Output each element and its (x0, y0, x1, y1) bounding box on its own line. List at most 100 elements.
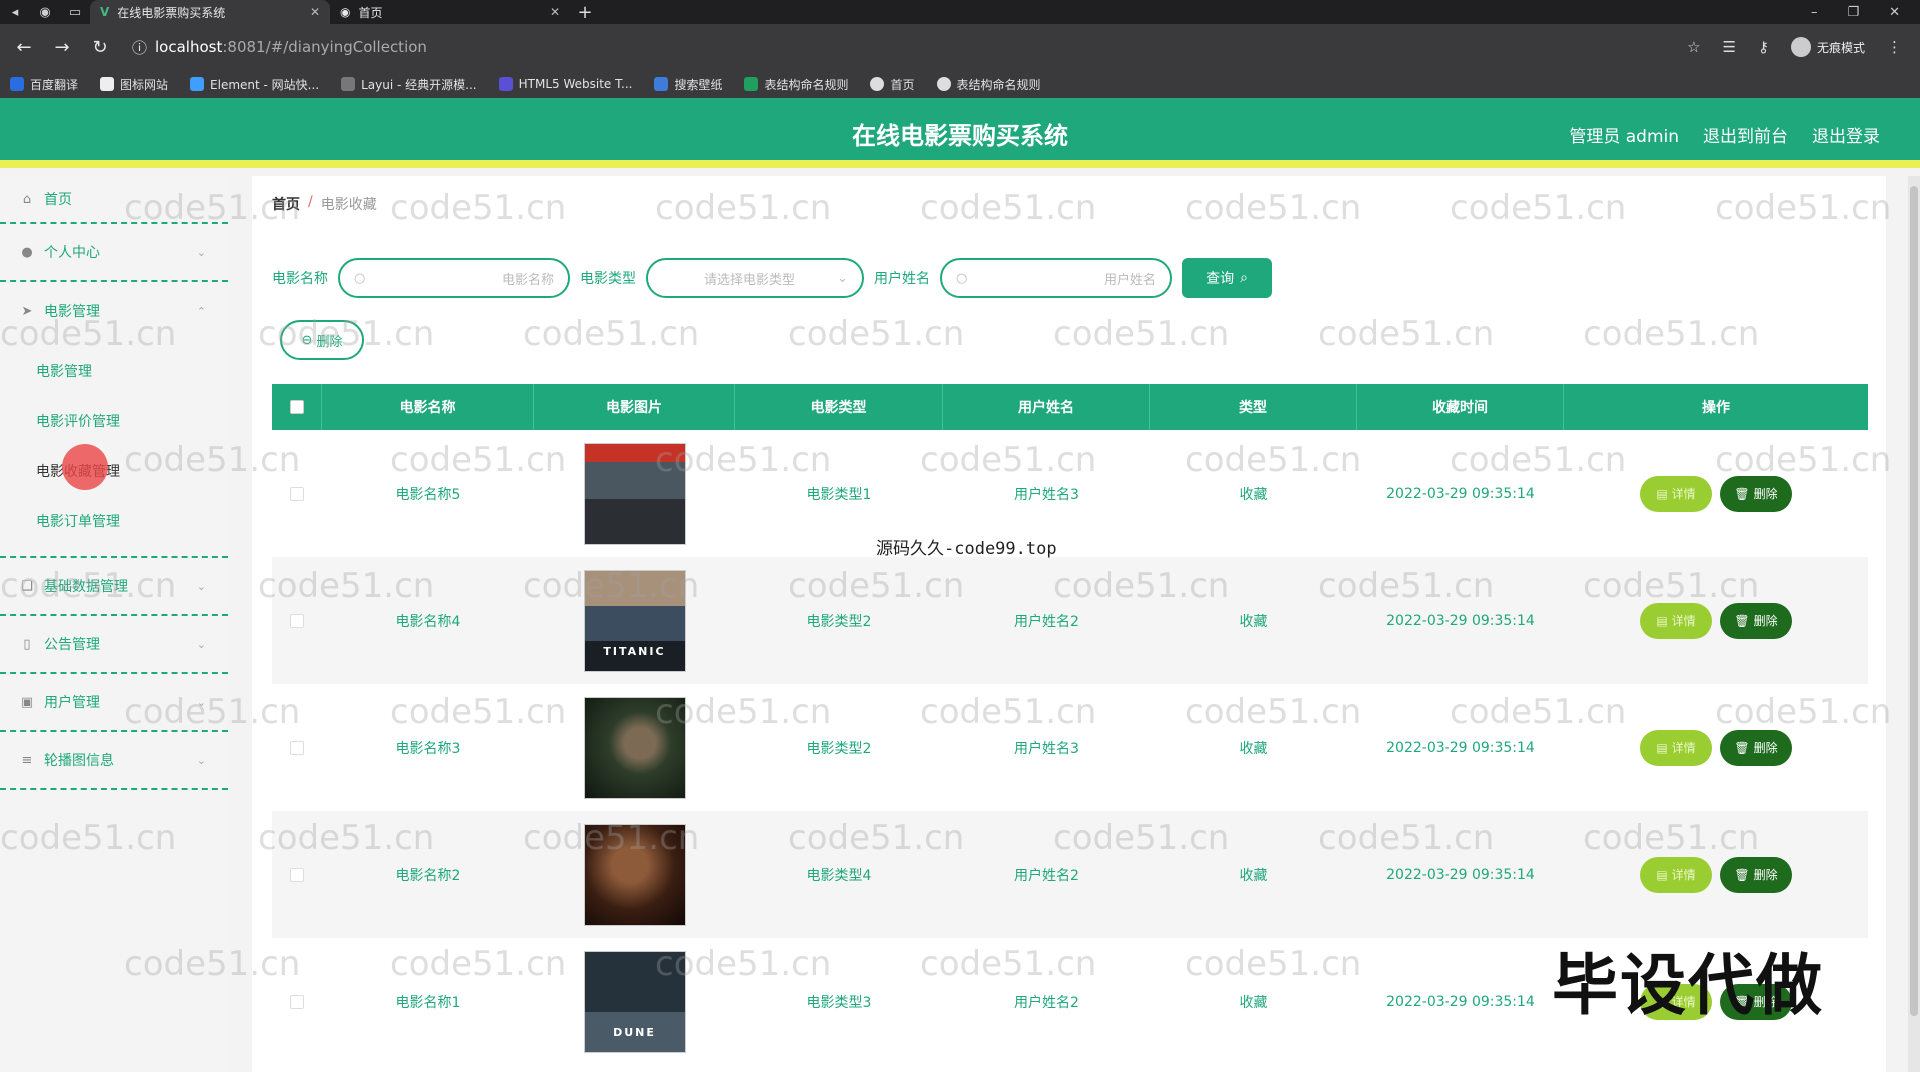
detail-button[interactable]: ▤ 详情 (1640, 856, 1712, 893)
close-icon[interactable]: ✕ (550, 5, 560, 19)
sidebar-item-base-data[interactable]: ❏ 基础数据管理 ⌄ (0, 558, 228, 616)
bookmark[interactable]: 图标网站 (100, 76, 168, 93)
sidebar-item-movie[interactable]: ➤ 电影管理 ⌃ (0, 282, 228, 340)
tab-app[interactable]: V 在线电影票购买系统 ✕ (90, 0, 330, 24)
trash-icon: 🗑 (1734, 613, 1750, 628)
detail-button[interactable]: ▤ 详情 (1640, 602, 1712, 639)
select-all-cell (272, 384, 322, 430)
search-button[interactable]: 查询 ⌕ (1182, 258, 1272, 298)
cell-kind: 收藏 (1239, 486, 1268, 503)
forward-arrow-icon[interactable]: → (46, 31, 78, 63)
row-checkbox[interactable] (290, 867, 304, 882)
movie-type-select[interactable]: 请选择电影类型 ⌄ (646, 258, 864, 298)
logout-link[interactable]: 退出登录 (1812, 122, 1880, 147)
back-to-front-link[interactable]: 退出到前台 (1703, 122, 1788, 147)
detail-button[interactable]: ▤ 详情 (1640, 729, 1712, 766)
layui-icon (341, 77, 356, 91)
bookmark[interactable]: Layui - 经典开源模... (341, 76, 477, 93)
sidebar-item-movie-list[interactable]: 电影管理 (0, 346, 228, 396)
row-checkbox[interactable] (290, 740, 304, 755)
stack-icon: ≡ (21, 752, 33, 768)
profile-button[interactable]: 无痕模式 (1790, 37, 1865, 57)
bookmark[interactable]: 表结构命名规则 (936, 76, 1041, 93)
delete-button[interactable]: 🗑 删除 (1720, 475, 1792, 512)
sidebar-item-home[interactable]: ⌂ 首页 (0, 176, 228, 224)
sidebar-item-personal[interactable]: ● 个人中心 ⌄ (0, 224, 228, 282)
tab-title: 在线电影票购买系统 (117, 5, 226, 20)
scroll-thumb[interactable] (1910, 186, 1918, 1016)
new-tab-icon[interactable]: + (570, 2, 600, 23)
cell-movie-name: 电影名称2 (395, 867, 461, 884)
bookmark[interactable]: 百度翻译 (10, 76, 78, 93)
cell-movie-name: 电影名称1 (395, 994, 461, 1011)
sidebar-item-movie-review[interactable]: 电影评价管理 (0, 396, 228, 446)
breadcrumb-home[interactable]: 首页 (272, 194, 300, 214)
cell-movie-name: 电影名称5 (395, 486, 461, 503)
col-movie-name: 电影名称 (322, 384, 534, 430)
more-icon[interactable]: ⋮ (1887, 38, 1902, 56)
reload-icon[interactable]: ↻ (84, 31, 116, 63)
cell-collect-time: 2022-03-29 09:35:14 (1386, 739, 1535, 756)
close-icon[interactable]: ✕ (310, 5, 320, 19)
star-icon[interactable]: ☆ (1687, 38, 1700, 56)
movie-name-input[interactable]: ○ 电影名称 (338, 258, 570, 298)
select-all-checkbox[interactable] (289, 400, 304, 414)
admin-label: 管理员 admin (1569, 127, 1679, 147)
doc-icon: ▤ (1656, 613, 1668, 628)
restore-icon[interactable]: ❐ (1847, 5, 1859, 20)
sidebar-item-notice[interactable]: ▯ 公告管理 ⌄ (0, 616, 228, 674)
globe-icon: ◉ (340, 5, 351, 19)
globe-icon[interactable]: ◉ (30, 0, 60, 24)
close-window-icon[interactable]: ✕ (1889, 5, 1900, 20)
delete-button[interactable]: 🗑 删除 (1720, 856, 1792, 893)
delete-button[interactable]: 🗑 删除 (1720, 602, 1792, 639)
bookmark[interactable]: 首页 (870, 76, 915, 93)
search-icon: ○ (956, 270, 968, 286)
user-icon: ● (21, 244, 33, 260)
window-icon[interactable]: ▭ (60, 0, 90, 24)
tab-title: 首页 (358, 5, 383, 20)
sidebar-item-carousel[interactable]: ≡ 轮播图信息 ⌄ (0, 732, 228, 790)
movie-poster (583, 696, 686, 799)
movie-poster: DUNE (583, 950, 686, 1053)
vue-icon: V (100, 5, 110, 19)
incognito-icon (1790, 37, 1811, 57)
minimize-icon[interactable]: – (1811, 5, 1818, 20)
wallpaper-icon (654, 77, 669, 91)
bookmark[interactable]: 搜索壁纸 (654, 76, 722, 93)
bookmark[interactable]: Element - 网站快... (190, 76, 319, 93)
bookmark[interactable]: 表结构命名规则 (744, 76, 848, 93)
app-header: 在线电影票购买系统 管理员 admin 退出到前台 退出登录 (0, 98, 1920, 168)
doc-icon: ▤ (1656, 486, 1668, 501)
user-name-label: 用户姓名 (874, 271, 930, 287)
chevron-down-icon: ⌄ (196, 753, 206, 767)
bookmarks-bar: 百度翻译 图标网站 Element - 网站快... Layui - 经典开源模… (0, 70, 1920, 98)
delete-button[interactable]: 🗑 删除 (1720, 729, 1792, 766)
row-checkbox[interactable] (290, 486, 304, 501)
tab-home[interactable]: ◉ 首页 ✕ (330, 0, 570, 24)
col-user-name: 用户姓名 (943, 384, 1150, 430)
chevron-down-icon: ⌄ (196, 637, 206, 651)
row-checkbox[interactable] (290, 613, 304, 628)
row-checkbox[interactable] (290, 994, 304, 1009)
sidebar-item-movie-collection[interactable]: 电影收藏管理 (0, 446, 228, 496)
search-icon: ○ (354, 270, 366, 286)
bookmark[interactable]: HTML5 Website T... (498, 77, 632, 91)
back-arrow-icon[interactable]: ← (8, 31, 40, 63)
cell-kind: 收藏 (1239, 994, 1268, 1011)
movie-name-label: 电影名称 (272, 271, 328, 287)
profile-label: 无痕模式 (1816, 40, 1865, 55)
cell-collect-time: 2022-03-29 09:35:14 (1386, 485, 1535, 502)
sidebar-item-movie-order[interactable]: 电影订单管理 (0, 496, 228, 546)
address-bar: ← → ↻ ⓘ localhost:8081/#/dianyingCollect… (0, 24, 1920, 70)
detail-button[interactable]: ▤ 详情 (1640, 475, 1712, 512)
key-icon[interactable]: ⚷ (1758, 38, 1769, 56)
cell-user-name: 用户姓名2 (1014, 994, 1079, 1011)
url-field[interactable]: ⓘ localhost:8081/#/dianyingCollection (122, 32, 1681, 62)
reading-list-icon[interactable]: ☰ (1723, 38, 1736, 56)
batch-delete-button[interactable]: ⊖ 删除 (280, 320, 364, 360)
tab-search-icon[interactable]: ◂ (0, 0, 30, 24)
page-scrollbar[interactable] (1908, 176, 1920, 1072)
user-name-input[interactable]: ○ 用户姓名 (940, 258, 1172, 298)
sidebar-item-user[interactable]: ▣ 用户管理 ⌄ (0, 674, 228, 732)
